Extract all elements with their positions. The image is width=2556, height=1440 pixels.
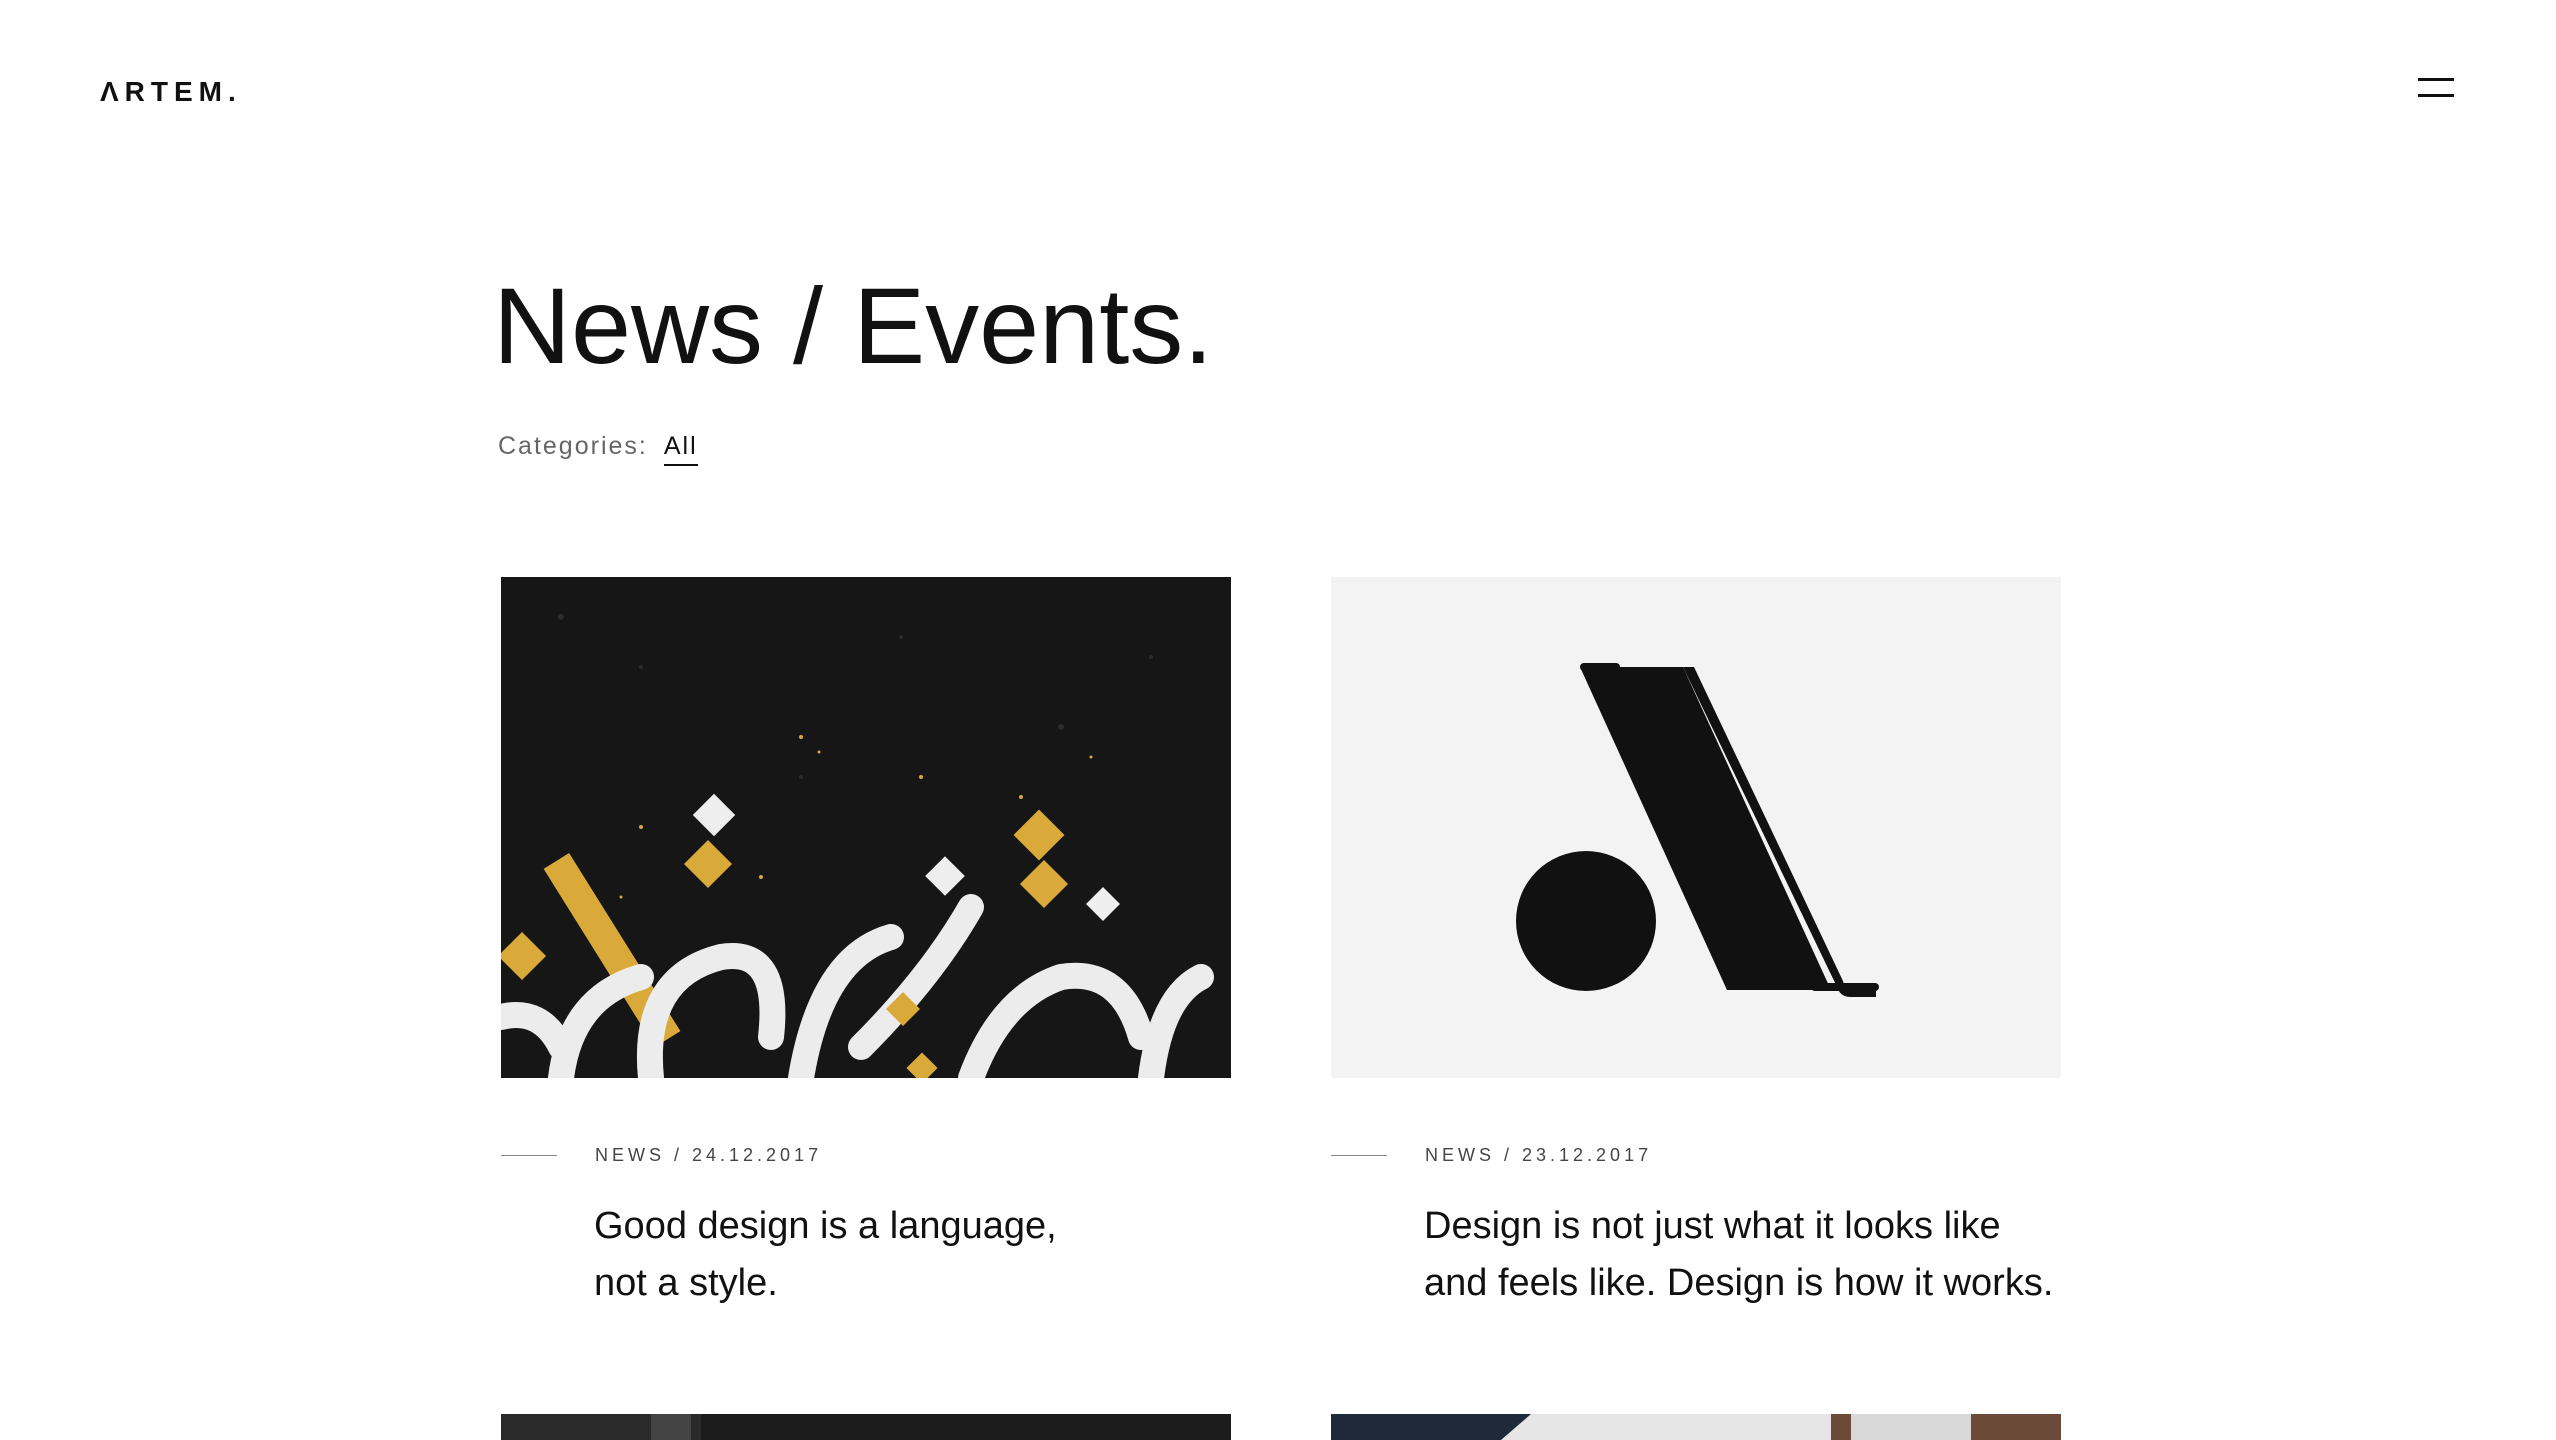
menu-line bbox=[2418, 78, 2454, 81]
meta-dash bbox=[1331, 1154, 1387, 1156]
post-title-line: Design is not just what it looks like bbox=[1424, 1205, 2001, 1247]
site-logo[interactable]: ΛRTEM. bbox=[100, 76, 242, 108]
post-title-link[interactable]: Good design is a language, not a style. bbox=[594, 1198, 1231, 1312]
categories-filter: Categories: All bbox=[498, 432, 698, 466]
post-meta: NEWS / 24.12.2017 bbox=[501, 1142, 1231, 1168]
workspace-photo-image bbox=[1331, 1414, 2061, 1440]
post-title-line: and feels like. Design is how it works. bbox=[1424, 1262, 2054, 1304]
post-title-line: not a style. bbox=[594, 1262, 778, 1304]
post-image-calligraphy[interactable] bbox=[501, 577, 1231, 1078]
post-title-line: Good design is a language, bbox=[594, 1205, 1057, 1247]
menu-line bbox=[2418, 94, 2454, 97]
post-image-next[interactable] bbox=[1331, 1414, 2061, 1440]
artem-logo-image bbox=[1331, 577, 2061, 1078]
post-title-link[interactable]: Design is not just what it looks like an… bbox=[1424, 1198, 2061, 1312]
post-image-logo[interactable] bbox=[1331, 577, 2061, 1078]
post-meta: NEWS / 23.12.2017 bbox=[1331, 1142, 2061, 1168]
page: ΛRTEM. News / Events. Categories: All NE… bbox=[0, 0, 2556, 1440]
post-category-date: NEWS / 24.12.2017 bbox=[595, 1144, 823, 1165]
post-image-next[interactable] bbox=[501, 1414, 1231, 1440]
meta-dash bbox=[501, 1154, 557, 1156]
post-card: NEWS / 24.12.2017 Good design is a langu… bbox=[501, 577, 1231, 1312]
categories-label: Categories: bbox=[498, 432, 648, 460]
dark-photo-image bbox=[501, 1414, 1231, 1440]
page-title: News / Events. bbox=[493, 265, 1214, 386]
category-all-link[interactable]: All bbox=[663, 432, 698, 466]
post-category-date: NEWS / 23.12.2017 bbox=[1425, 1144, 1653, 1165]
calligraphy-art-image bbox=[501, 577, 1231, 1078]
hamburger-menu-icon[interactable] bbox=[2418, 74, 2458, 102]
post-card: NEWS / 23.12.2017 Design is not just wha… bbox=[1331, 577, 2061, 1312]
